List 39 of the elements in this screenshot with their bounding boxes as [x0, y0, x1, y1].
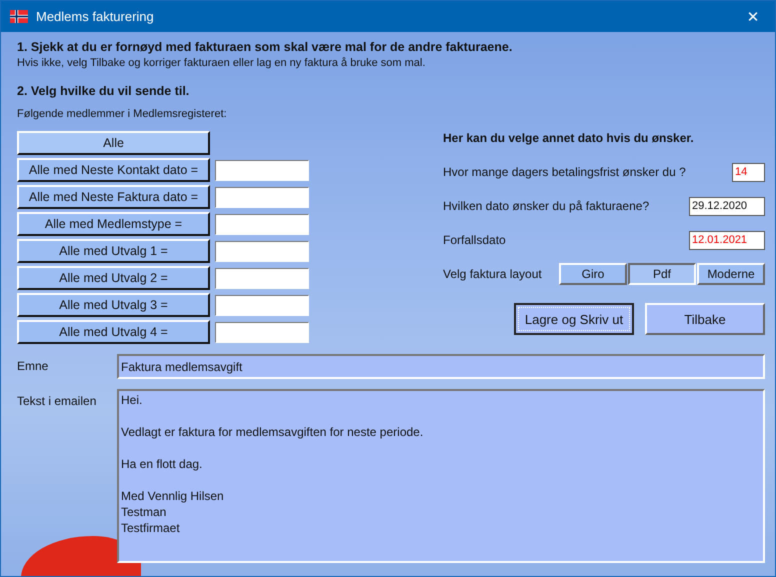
field-label: Forfallsdato — [443, 233, 506, 247]
filter-field[interactable] — [215, 160, 309, 180]
layout-option[interactable]: Pdf — [628, 263, 696, 285]
filter-button[interactable]: Alle med Utvalg 2 = — [17, 266, 210, 290]
layout-option[interactable]: Moderne — [697, 263, 765, 285]
field-label: Tekst i emailen — [17, 393, 98, 408]
section-heading: Her kan du velge annet dato hvis du ønsker. — [443, 131, 695, 145]
filter-button[interactable]: Alle med Utvalg 4 = — [17, 320, 210, 344]
flag-icon — [10, 10, 28, 23]
date-field[interactable]: 12.01.2021 — [689, 230, 765, 250]
field-label: Emne — [17, 358, 50, 373]
action-button[interactable]: Lagre og Skriv ut — [514, 303, 634, 335]
subtitle-text: Følgende medlemmer i Medlemsregisteret: — [17, 108, 228, 120]
step-heading: 2. Velg hvilke du vil sende til. — [17, 84, 190, 98]
layout-option[interactable]: Giro — [559, 263, 627, 285]
filter-field[interactable] — [215, 186, 309, 208]
close-button[interactable]: ✕ — [731, 1, 775, 32]
action-button[interactable]: Tilbake — [645, 303, 765, 335]
filter-field[interactable] — [215, 294, 309, 316]
filter-button[interactable]: Alle med Neste Faktura dato = — [17, 185, 210, 209]
field-label: Velg faktura layout — [443, 267, 542, 281]
window-title: Medlems fakturering — [36, 9, 155, 24]
filter-field[interactable] — [215, 322, 309, 342]
filter-field[interactable] — [215, 240, 309, 262]
filter-button[interactable]: Alle med Utvalg 1 = — [17, 239, 210, 263]
filter-button[interactable]: Alle med Medlemstype = — [17, 212, 210, 236]
filter-button[interactable]: Alle med Utvalg 3 = — [17, 293, 210, 317]
field-label: Hvor mange dagers betalingsfrist ønsker du ? — [443, 165, 686, 179]
step-heading: 1. Sjekk at du er fornøyd med fakturaen som skal være mal for de andre fakturaene. — [17, 40, 514, 54]
date-field[interactable]: 29.12.2020 — [689, 196, 765, 216]
field-label: Hvilken dato ønsker du på fakturaene? — [443, 199, 650, 213]
email-text-area[interactable]: Hei. Vedlagt er faktura for medlemsavgiften for neste periode. Ha en flott dag. Med Vennlig Hilsen Testman Testfirmaet — [117, 389, 765, 563]
filter-field[interactable] — [215, 268, 309, 288]
subject-field[interactable]: Faktura medlemsavgift — [117, 354, 765, 379]
filter-button[interactable]: Alle med Neste Kontakt dato = — [17, 158, 210, 182]
date-field[interactable]: 14 — [732, 162, 765, 182]
hint-text: Hvis ikke, velg Tilbake og korriger fakturaen eller lag en ny faktura å bruke som mal. — [17, 57, 426, 69]
filter-button[interactable]: Alle — [17, 131, 210, 155]
filter-field[interactable] — [215, 214, 309, 234]
